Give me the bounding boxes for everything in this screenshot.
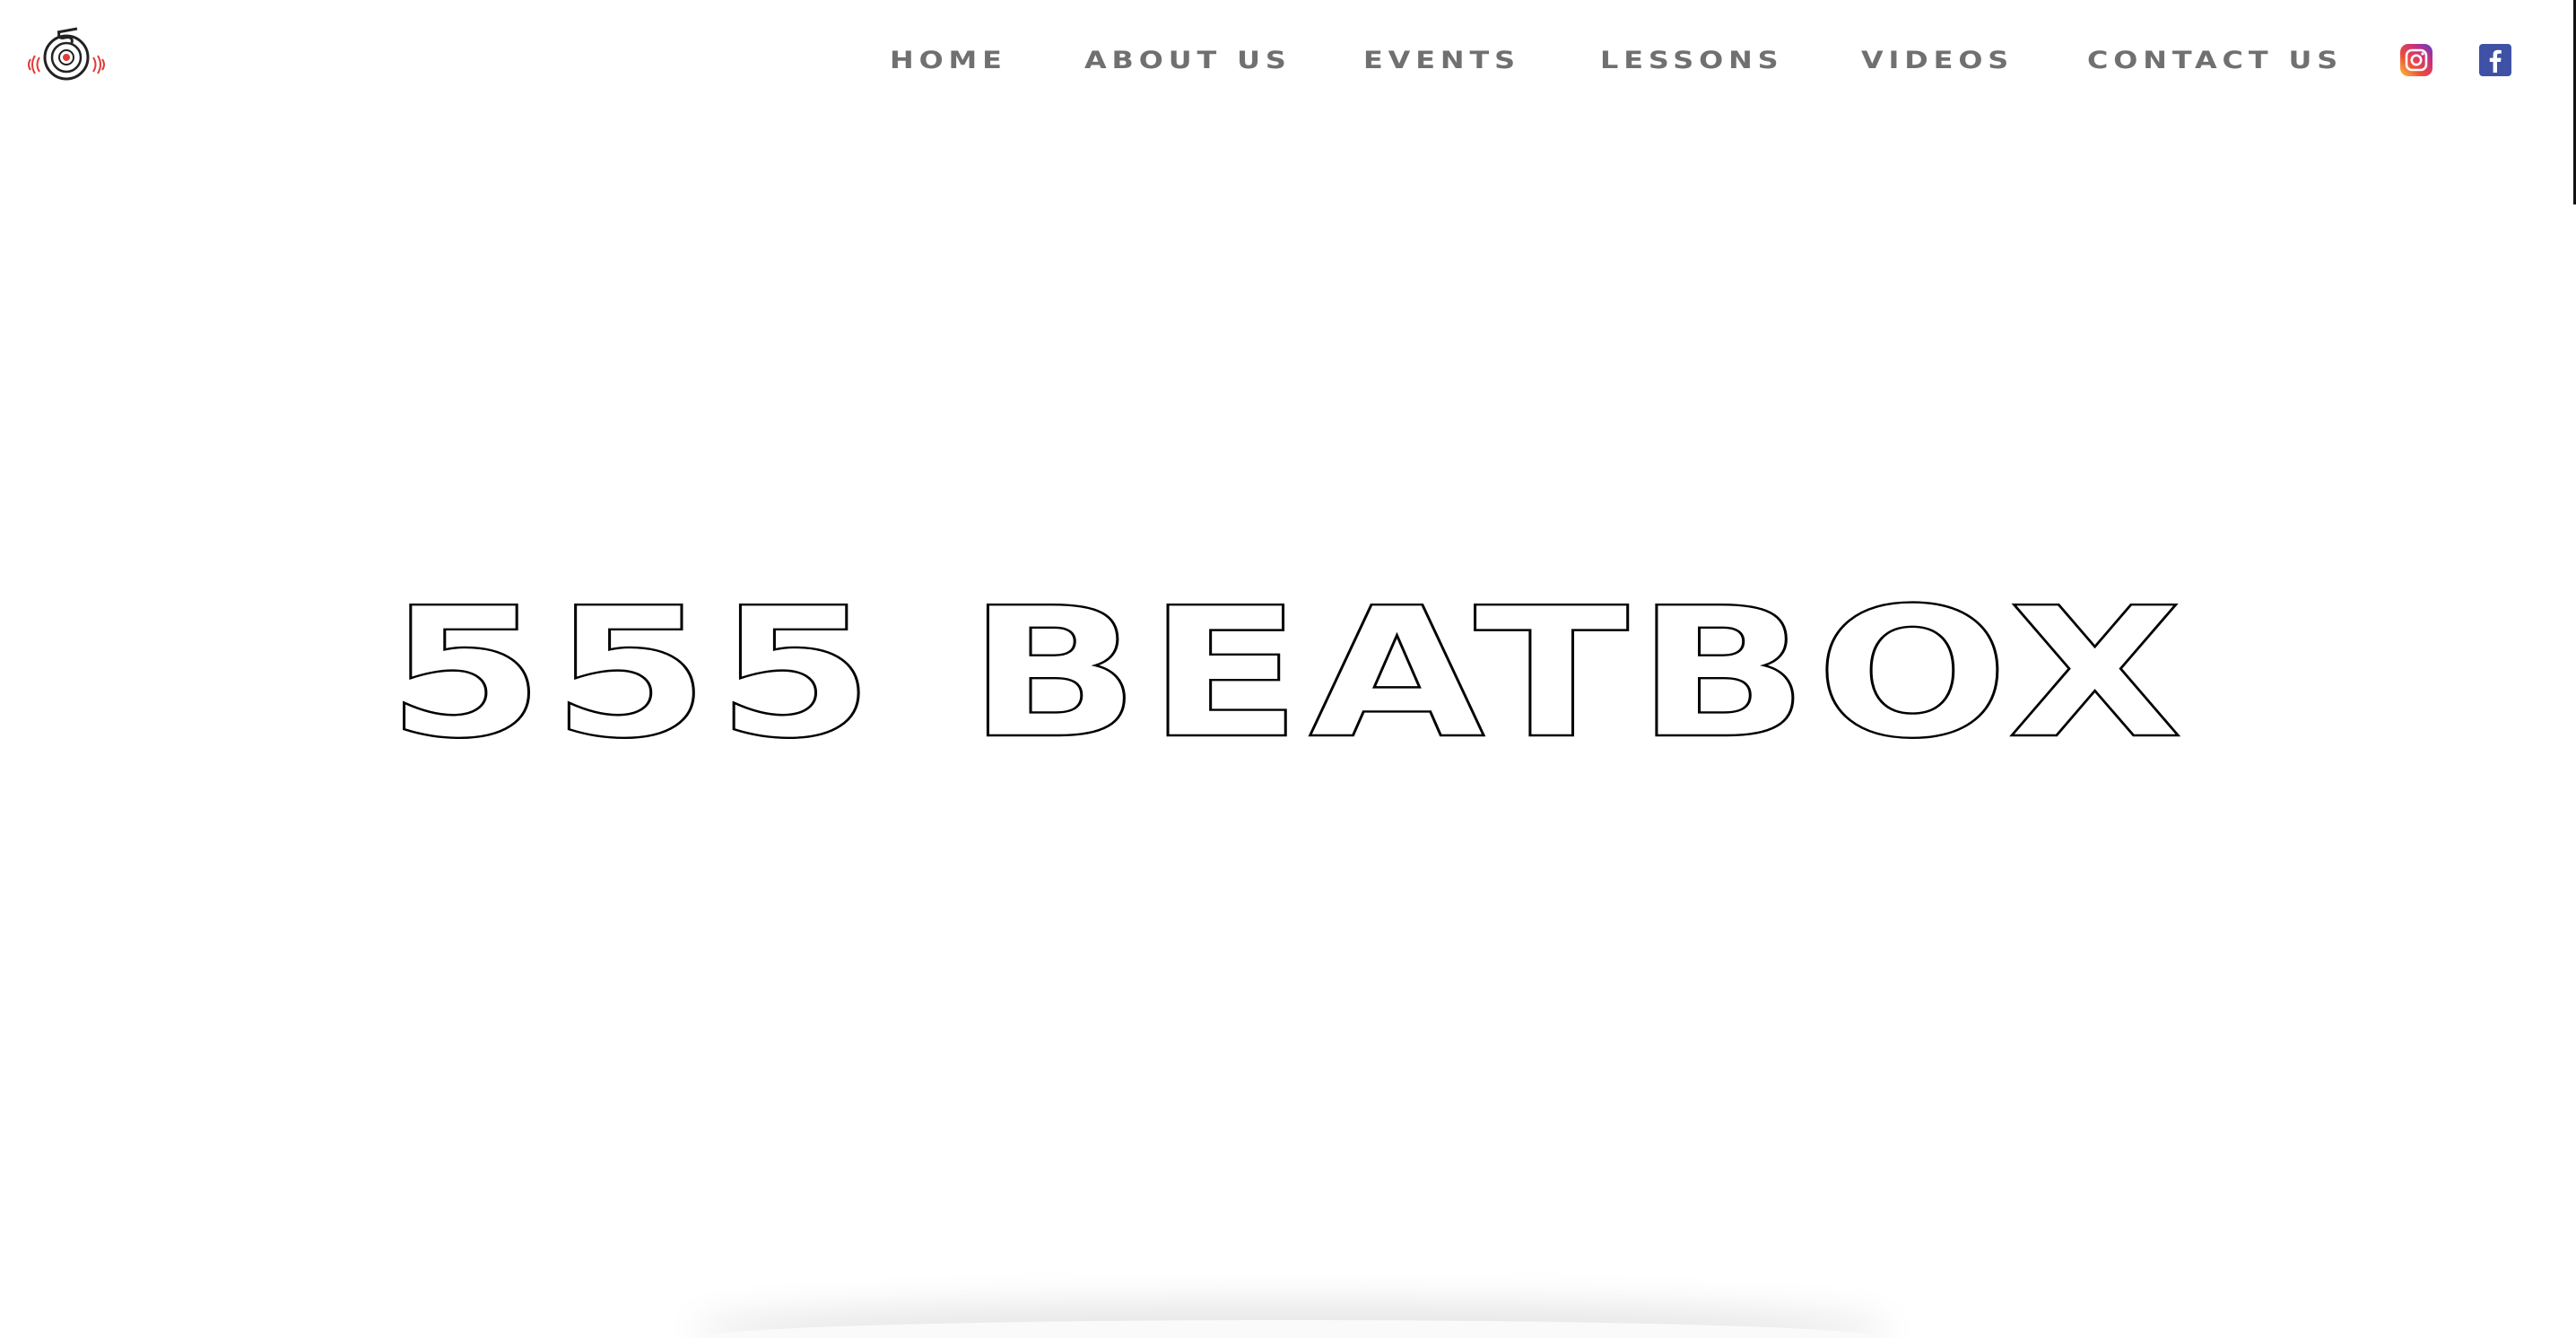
nav-events-link[interactable]: EVENTS [1363,41,1520,81]
content-card-edge [700,1320,1884,1338]
hero-section: 555 BEATBOX [0,556,2576,789]
nav-lessons-link[interactable]: LESSONS [1600,41,1784,81]
nav-contact-us-link[interactable]: CONTACT US [2087,41,2343,81]
hero-title-graphic: 555 BEATBOX [386,569,2189,779]
hero-title: 555 BEATBOX [387,569,2189,778]
facebook-icon[interactable] [2478,43,2512,77]
nav-about-us-link[interactable]: ABOUT US [1084,41,1292,81]
nav-videos-link[interactable]: VIDEOS [1861,41,2014,81]
main-nav: HOME ABOUT US EVENTS LESSONS VIDEOS CONT… [0,41,2576,81]
nav-home-link[interactable]: HOME [890,41,1007,81]
site-header: HOME ABOUT US EVENTS LESSONS VIDEOS CONT… [0,0,2576,204]
instagram-icon[interactable] [2399,43,2433,77]
page: HOME ABOUT US EVENTS LESSONS VIDEOS CONT… [0,0,2576,1338]
